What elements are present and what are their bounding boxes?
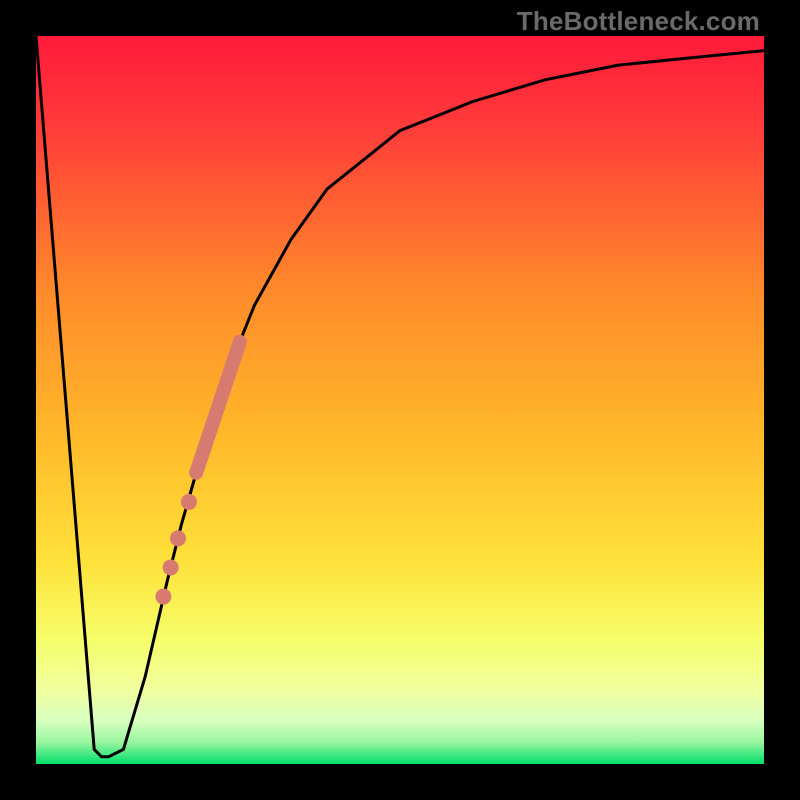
- plot-area: [36, 36, 764, 764]
- marker-segment: [196, 342, 240, 473]
- marker-dot: [163, 559, 179, 575]
- chart-frame: TheBottleneck.com: [0, 0, 800, 800]
- marker-dot: [181, 494, 197, 510]
- curve-path: [36, 36, 764, 757]
- marker-dot: [170, 530, 186, 546]
- watermark-text: TheBottleneck.com: [517, 6, 760, 37]
- bottleneck-curve: [36, 36, 764, 764]
- marker-dot: [155, 589, 171, 605]
